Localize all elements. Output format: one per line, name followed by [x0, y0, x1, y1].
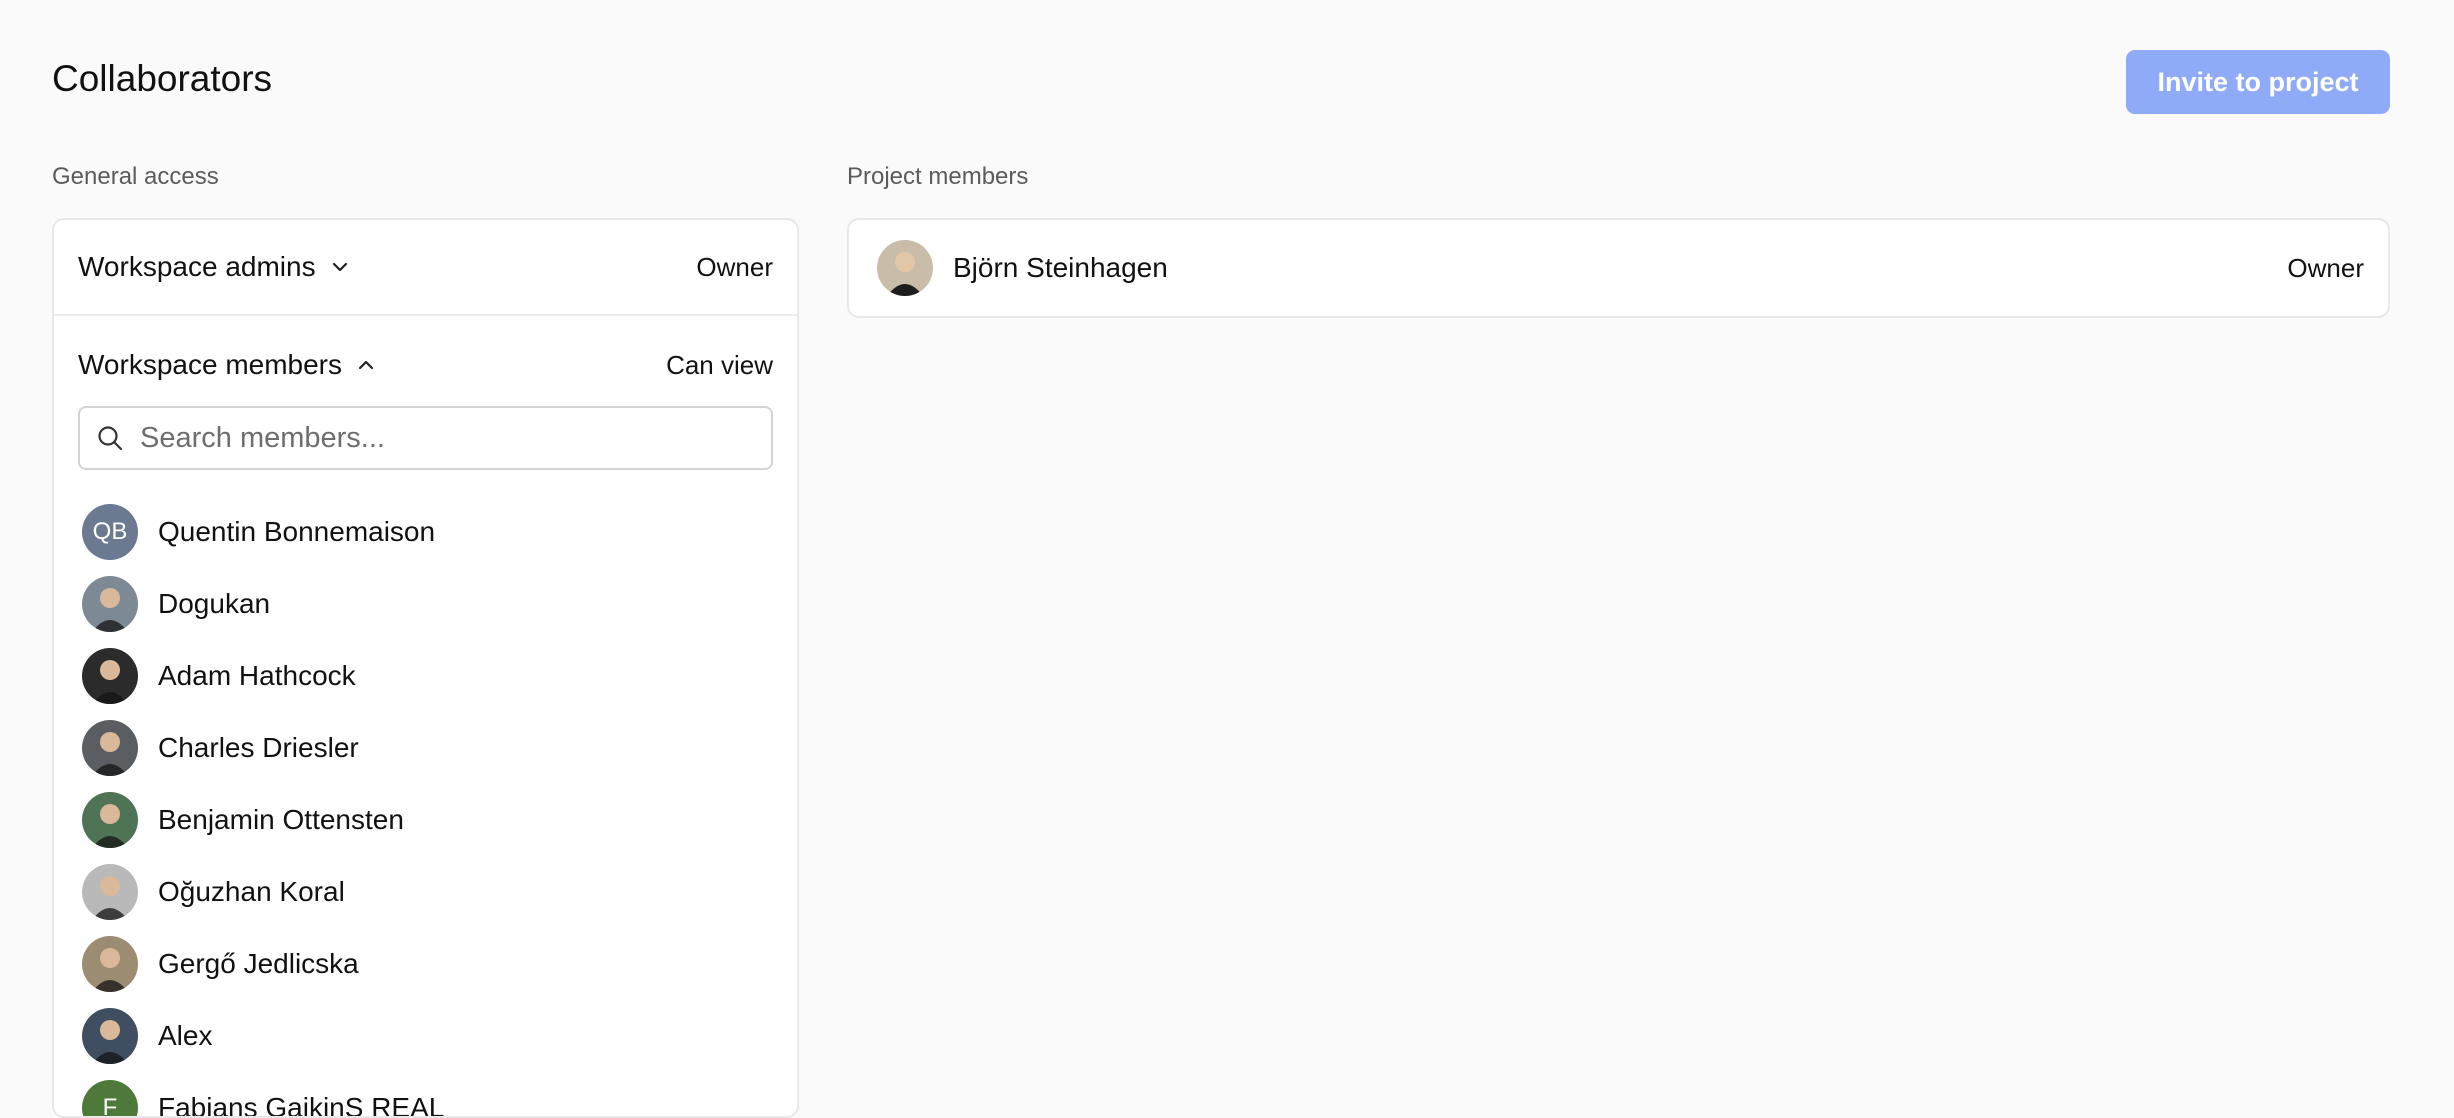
avatar	[82, 720, 138, 776]
user-photo-icon	[92, 948, 128, 992]
avatar	[82, 648, 138, 704]
user-photo-icon	[92, 732, 128, 776]
member-name: Alex	[158, 1020, 213, 1051]
avatar	[82, 936, 138, 992]
avatar	[82, 864, 138, 920]
list-item[interactable]: Gergő Jedlicska	[82, 928, 444, 1000]
workspace-member-list: QB Quentin Bonnemaison Dogukan Adam Hathcoc…	[82, 496, 445, 1118]
general-access-label: General access	[52, 163, 219, 190]
project-member-row[interactable]: Björn Steinhagen Owner	[849, 220, 2388, 316]
member-name: Benjamin Ottensten	[158, 804, 404, 835]
list-item[interactable]: QB Quentin Bonnemaison	[82, 496, 444, 568]
workspace-members-role[interactable]: Can view	[666, 350, 773, 381]
avatar	[82, 1008, 138, 1064]
avatar: QB	[82, 504, 138, 560]
list-item[interactable]: Benjamin Ottensten	[82, 784, 444, 856]
list-item[interactable]: F Fabians GaikinS REAL	[82, 1072, 445, 1118]
member-name: Charles Driesler	[158, 732, 359, 763]
member-search-box[interactable]	[78, 406, 773, 470]
chevron-up-icon[interactable]	[356, 355, 376, 375]
general-access-card: Workspace admins Owner Workspace members…	[52, 218, 799, 1118]
list-item[interactable]: Alex	[82, 1000, 444, 1072]
workspace-admins-label: Workspace admins	[78, 251, 316, 282]
member-name: Gergő Jedlicska	[158, 948, 359, 979]
list-item[interactable]: Dogukan	[82, 568, 444, 640]
workspace-members-label: Workspace members	[78, 349, 343, 380]
list-item[interactable]: Oğuzhan Koral	[82, 856, 444, 928]
user-photo-icon	[92, 588, 128, 632]
workspace-members-row[interactable]: Workspace members Can view	[54, 316, 797, 414]
member-name: Oğuzhan Koral	[158, 876, 345, 907]
avatar	[82, 792, 138, 848]
member-name: Adam Hathcock	[158, 660, 356, 691]
avatar	[82, 576, 138, 632]
page-title: Collaborators	[52, 58, 273, 99]
member-name: Fabians GaikinS REAL	[158, 1092, 445, 1118]
workspace-admins-role[interactable]: Owner	[696, 252, 773, 283]
member-name: Dogukan	[158, 588, 271, 619]
search-members-input[interactable]	[138, 420, 742, 456]
project-members-card: Björn Steinhagen Owner	[847, 218, 2390, 318]
user-photo-icon	[92, 660, 128, 704]
invite-to-project-button[interactable]: Invite to project	[2126, 50, 2390, 114]
chevron-down-icon[interactable]	[330, 257, 350, 277]
user-photo-icon	[92, 1020, 128, 1064]
search-icon	[98, 426, 123, 451]
list-item[interactable]: Charles Driesler	[82, 712, 444, 784]
list-item[interactable]: Adam Hathcock	[82, 640, 444, 712]
avatar: F	[82, 1080, 138, 1116]
project-member-role[interactable]: Owner	[2287, 253, 2364, 284]
project-member-name: Björn Steinhagen	[953, 252, 1168, 283]
user-photo-icon	[92, 876, 128, 920]
member-name: Quentin Bonnemaison	[158, 516, 436, 547]
workspace-admins-row[interactable]: Workspace admins Owner	[54, 220, 797, 316]
user-photo-icon	[877, 240, 933, 296]
avatar	[877, 240, 933, 296]
user-photo-icon	[92, 804, 128, 848]
project-members-label: Project members	[847, 163, 1029, 190]
